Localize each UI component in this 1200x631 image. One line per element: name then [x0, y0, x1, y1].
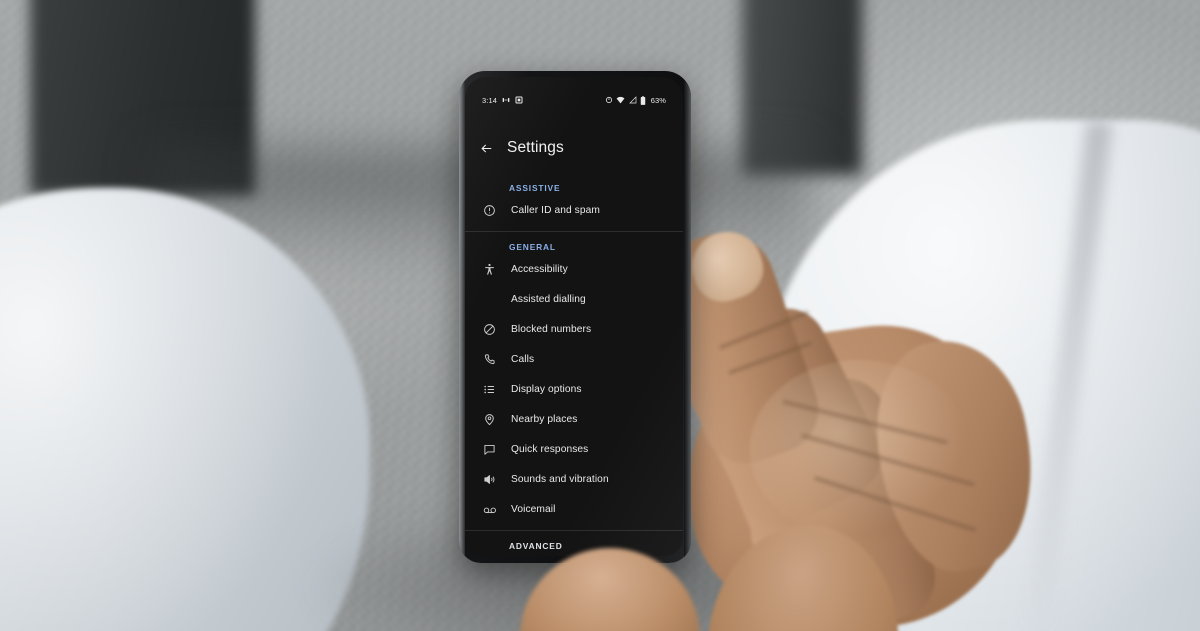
section-header-assistive: ASSISTIVE [509, 183, 561, 193]
settings-app: 3:14 63% Settings ASSISTIVE Caller ID an… [465, 77, 683, 556]
status-bar-right: 63% [605, 95, 666, 105]
list-item-nearby-places[interactable]: Nearby places [465, 404, 683, 434]
section-advanced[interactable]: ADVANCED [465, 531, 683, 551]
list-item-label: Caller ID and spam [511, 204, 600, 216]
list-item-accessibility[interactable]: Accessibility [465, 254, 683, 284]
location-pin-icon [483, 410, 505, 428]
info-circle-icon [483, 201, 505, 219]
list-item-calls[interactable]: Calls [465, 344, 683, 374]
list-item-label: Calls [511, 353, 535, 365]
signal-icon [628, 96, 637, 104]
app-bar: Settings [465, 129, 683, 167]
section-header-advanced: ADVANCED [509, 541, 563, 551]
settings-list[interactable]: ASSISTIVE Caller ID and spam GENERAL Acc… [465, 173, 683, 556]
section-general: GENERAL Accessibility Assisted dialling … [465, 232, 683, 524]
list-item-label: Display options [511, 383, 582, 395]
block-icon [483, 320, 505, 338]
chat-bubble-icon [483, 440, 505, 458]
wifi-icon [616, 96, 625, 104]
phone-screen: 3:14 63% Settings ASSISTIVE Caller ID an… [465, 77, 683, 556]
arrow-left-icon[interactable] [479, 141, 493, 155]
list-item-display-options[interactable]: Display options [465, 374, 683, 404]
speaker-icon [483, 470, 505, 488]
status-bar-clock: 3:14 [482, 95, 497, 105]
section-header-general: GENERAL [509, 242, 556, 252]
status-bar: 3:14 63% [465, 92, 683, 108]
list-item-label: Blocked numbers [511, 323, 592, 335]
phone-icon [483, 350, 505, 368]
voicemail-icon [483, 500, 505, 518]
accessibility-icon [483, 260, 505, 278]
status-bar-left: 3:14 [482, 96, 523, 105]
list-item-label: Quick responses [511, 443, 589, 455]
no-icon-placeholder [483, 290, 505, 308]
list-item-label: Assisted dialling [511, 293, 586, 305]
list-item-label: Sounds and vibration [511, 473, 609, 485]
list-item-blocked-numbers[interactable]: Blocked numbers [465, 314, 683, 344]
battery-icon [640, 95, 646, 105]
list-item-label: Nearby places [511, 413, 578, 425]
dnd-icon [502, 96, 510, 104]
battery-percent-label: 63% [650, 95, 666, 105]
dark-furniture-right [742, 0, 862, 175]
screenshot-icon [515, 96, 523, 104]
list-item-quick-responses[interactable]: Quick responses [465, 434, 683, 464]
list-icon [483, 380, 505, 398]
list-item-label: Accessibility [511, 263, 568, 275]
list-item-caller-id-and-spam[interactable]: Caller ID and spam [465, 195, 683, 225]
phone-device: 3:14 63% Settings ASSISTIVE Caller ID an… [459, 71, 691, 563]
hand [630, 210, 1060, 631]
screenshot-scene: 3:14 63% Settings ASSISTIVE Caller ID an… [0, 0, 1200, 631]
phone-right-edge [684, 71, 691, 563]
page-title: Settings [507, 139, 564, 156]
list-item-voicemail[interactable]: Voicemail [465, 494, 683, 524]
alarm-icon [605, 96, 613, 104]
list-item-assisted-dialling[interactable]: Assisted dialling [465, 284, 683, 314]
list-item-label: Voicemail [511, 503, 556, 515]
section-assistive: ASSISTIVE Caller ID and spam [465, 173, 683, 225]
list-item-sounds-and-vibration[interactable]: Sounds and vibration [465, 464, 683, 494]
